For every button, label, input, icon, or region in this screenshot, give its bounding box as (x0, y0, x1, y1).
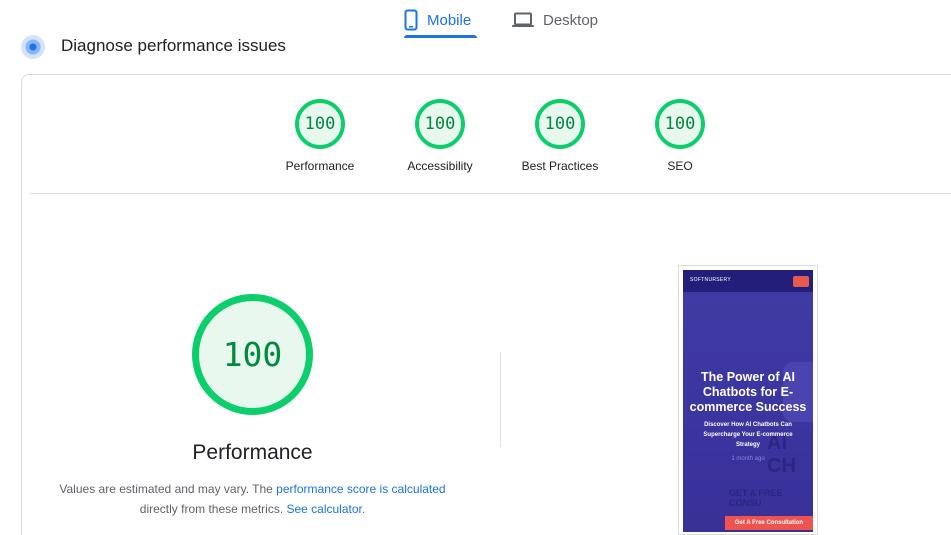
final-screenshot: SOFTNURSERY AI CH GET A FREE CONSU The P… (678, 265, 818, 535)
divider (30, 193, 951, 194)
category-scores: 100 Performance 100 Accessibility 100 Be… (0, 99, 951, 179)
site-hero: AI CH GET A FREE CONSU The Power of AI C… (683, 292, 813, 514)
gauge-best-practices[interactable]: 100 Best Practices (500, 99, 620, 173)
gauge-label: Best Practices (521, 159, 599, 173)
gauge-seo[interactable]: 100 SEO (620, 99, 740, 173)
tab-desktop[interactable]: Desktop (512, 2, 598, 38)
pagespeed-report: Mobile Desktop Diagnose performance issu… (0, 0, 951, 535)
section-title: Diagnose performance issues (61, 36, 286, 55)
hero-heading: The Power of AI Chatbots for E-commerce … (689, 370, 807, 414)
laptop-icon (512, 12, 534, 28)
site-header: SOFTNURSERY (683, 270, 813, 292)
tab-desktop-label: Desktop (543, 11, 599, 29)
desc-text: Values are estimated and may vary. The (59, 482, 277, 496)
score-ring: 100 (655, 99, 705, 149)
hero-bg-cta: GET A FREE CONSU (729, 488, 783, 508)
gauge-performance[interactable]: 100 Performance (260, 99, 380, 173)
performance-description: Values are estimated and may vary. The p… (0, 479, 505, 519)
hero-subheading: Discover How AI Chatbots Can Supercharge… (703, 422, 793, 448)
score-ring: 100 (535, 99, 585, 149)
performance-title: Performance (192, 441, 313, 464)
see-calculator-link[interactable]: See calculator. (286, 502, 365, 516)
screenshot-image: SOFTNURSERY AI CH GET A FREE CONSU The P… (683, 270, 813, 532)
hero-timestamp: 1 month ago (731, 456, 765, 462)
active-tab-indicator (404, 35, 477, 38)
desc-text-2: directly from these metrics. (139, 502, 287, 516)
score-ring: 100 (295, 99, 345, 149)
mobile-phone-icon (404, 9, 418, 31)
tab-mobile[interactable]: Mobile (404, 2, 471, 38)
gauge-label: Performance (285, 159, 355, 173)
gauge-accessibility[interactable]: 100 Accessibility (380, 99, 500, 173)
score-calculated-link[interactable]: performance score is calculated (276, 482, 445, 496)
vertical-divider (500, 352, 501, 447)
gauge-label: Accessibility (407, 159, 473, 173)
device-tabs: Mobile Desktop (0, 0, 951, 40)
lighthouse-icon (21, 35, 45, 59)
site-logo: SOFTNURSERY (690, 277, 731, 283)
gauge-label: SEO (667, 159, 693, 173)
tab-mobile-label: Mobile (427, 11, 472, 29)
score-ring: 100 (415, 99, 465, 149)
performance-score-gauge: 100 (192, 294, 313, 415)
consultation-button: Get A Free Consultation (725, 516, 813, 530)
menu-icon (793, 276, 809, 287)
